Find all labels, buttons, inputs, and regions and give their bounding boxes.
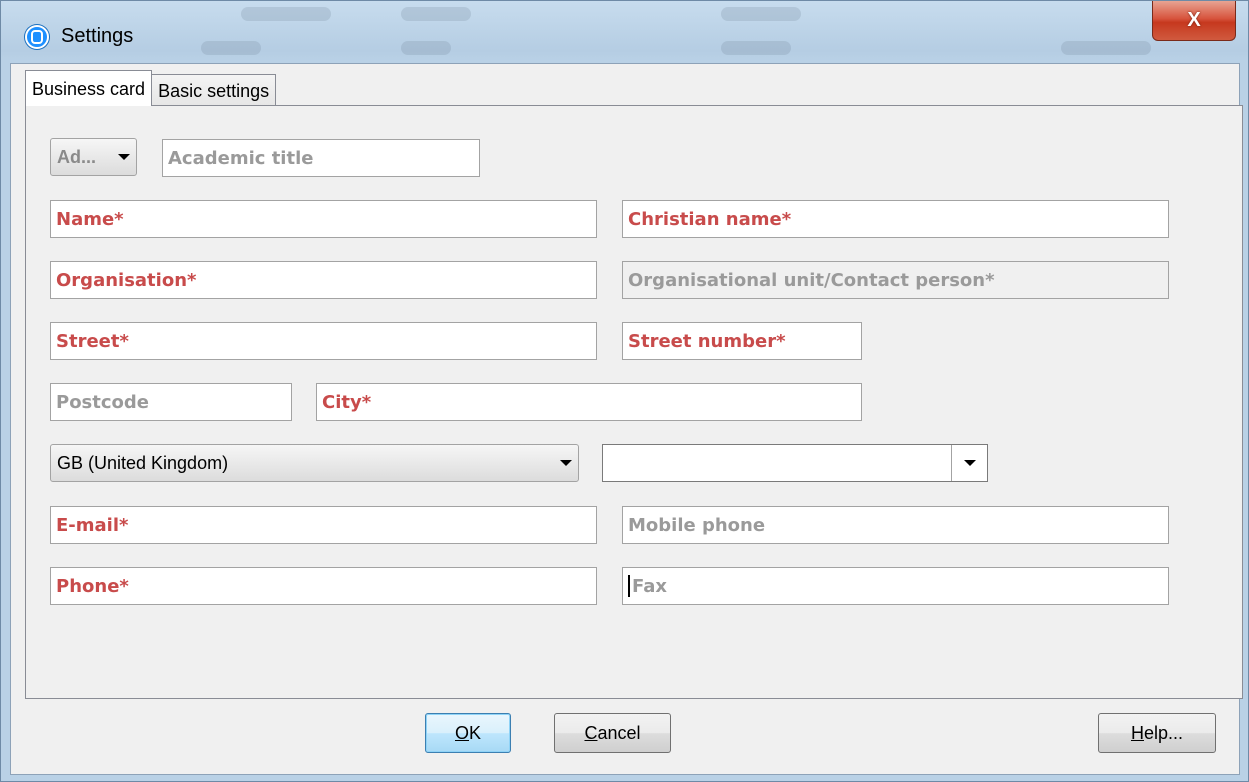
text-cursor (628, 575, 630, 597)
mobile-phone-field[interactable]: Mobile phone (622, 506, 1169, 544)
salutation-dropdown[interactable]: Ad... (50, 138, 137, 176)
postcode-field[interactable]: Postcode (50, 383, 292, 421)
tab-strip: Business card Basic settings (25, 70, 277, 106)
country-dropdown[interactable]: GB (United Kingdom) (50, 444, 579, 482)
street-number-field[interactable]: Street number* (622, 322, 862, 360)
close-icon: X (1187, 9, 1201, 31)
chevron-down-icon (963, 460, 976, 466)
ok-button[interactable]: OK (425, 713, 511, 753)
region-combobox[interactable] (602, 444, 988, 482)
academic-title-field[interactable]: Academic title (162, 139, 480, 177)
ok-label-rest: K (469, 722, 482, 743)
country-value: GB (United Kingdom) (57, 452, 229, 473)
business-card-panel: Ad... Academic title Name* Christian nam… (25, 105, 1243, 699)
help-button[interactable]: Help... (1098, 713, 1216, 753)
window-title: Settings (61, 25, 134, 47)
title-bar[interactable]: Settings X (1, 1, 1248, 63)
chevron-down-icon (560, 460, 572, 466)
tab-basic-settings[interactable]: Basic settings (151, 74, 277, 106)
help-mnemonic: H (1130, 722, 1144, 743)
cancel-button[interactable]: Cancel (554, 713, 671, 753)
chevron-down-icon (118, 154, 130, 160)
phone-field[interactable]: Phone* (50, 567, 597, 605)
region-dropdown-button[interactable] (951, 445, 987, 481)
street-field[interactable]: Street* (50, 322, 597, 360)
cancel-mnemonic: C (584, 722, 598, 743)
organisation-field[interactable]: Organisation* (50, 261, 597, 299)
tab-business-card[interactable]: Business card (25, 70, 153, 106)
org-unit-field[interactable]: Organisational unit/Contact person* (622, 261, 1169, 299)
name-field[interactable]: Name* (50, 200, 597, 238)
email-field[interactable]: E-mail* (50, 506, 597, 544)
help-label-rest: elp... (1143, 722, 1184, 743)
fax-field[interactable]: Fax (622, 567, 1169, 605)
dialog-body: Business card Basic settings Ad... Acade… (10, 63, 1243, 775)
ok-mnemonic: O (454, 722, 469, 743)
christian-name-field[interactable]: Christian name* (622, 200, 1169, 238)
fax-placeholder: Fax (632, 575, 667, 597)
settings-window: Settings X Business card Basic settings … (0, 0, 1249, 782)
cancel-label-rest: ancel (597, 722, 641, 743)
app-icon (25, 25, 49, 49)
close-button[interactable]: X (1152, 1, 1236, 41)
salutation-value: Ad... (57, 146, 96, 167)
city-field[interactable]: City* (316, 383, 862, 421)
